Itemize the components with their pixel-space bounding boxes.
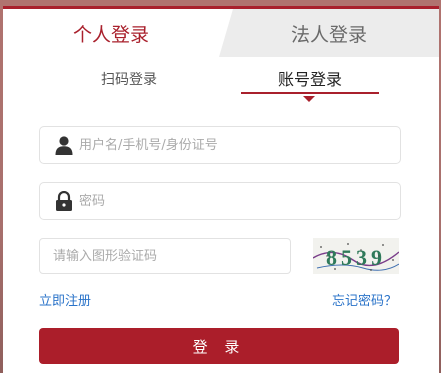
login-button[interactable]: 登 录	[39, 328, 399, 364]
captcha-input[interactable]	[40, 239, 290, 273]
username-field	[39, 126, 401, 164]
password-input[interactable]	[79, 183, 400, 219]
password-field	[39, 182, 401, 220]
tab-corporate-label: 法人登录	[290, 23, 367, 46]
tab-personal-login[interactable]: 个人登录	[3, 9, 219, 57]
subtab-qr-login[interactable]: 扫码登录	[39, 64, 219, 94]
tab-divider	[219, 9, 233, 57]
user-icon	[53, 134, 75, 156]
register-link[interactable]: 立即注册	[39, 290, 91, 309]
forgot-password-link[interactable]: 忘记密码？	[332, 290, 397, 309]
captcha-image[interactable]: 8539	[312, 238, 400, 274]
subtab-account-login[interactable]: 账号登录	[241, 64, 379, 94]
lock-icon	[53, 190, 75, 212]
captcha-field	[39, 238, 291, 274]
subtab-qr-label: 扫码登录	[101, 72, 157, 88]
captcha-text: 8539	[326, 245, 386, 270]
active-subtab-indicator	[303, 96, 315, 102]
tab-personal-label: 个人登录	[72, 23, 149, 46]
tab-corporate-login[interactable]: 法人登录	[219, 9, 439, 57]
subtab-account-label: 账号登录	[277, 70, 342, 89]
username-input[interactable]	[79, 127, 400, 163]
login-card: 法人登录 个人登录 扫码登录 账号登录 用户名/手机号/身份证号 请输入图形验证…	[3, 6, 439, 373]
